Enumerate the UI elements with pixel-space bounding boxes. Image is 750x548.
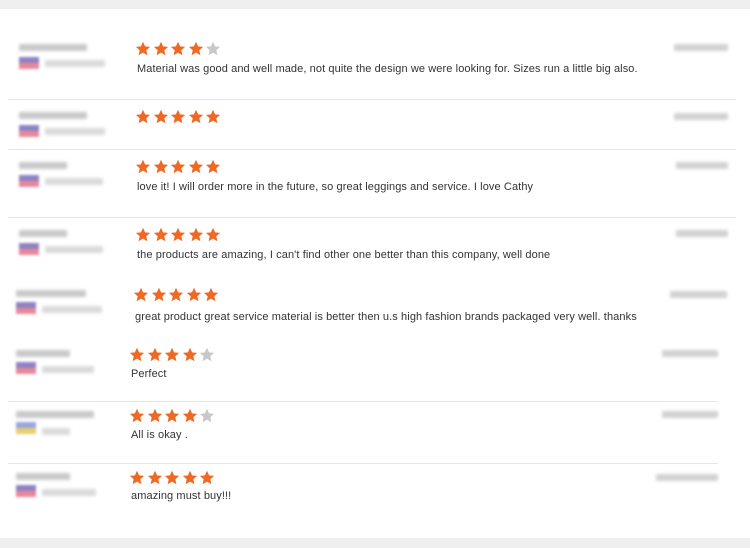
star-icon <box>133 287 149 303</box>
star-icon <box>188 159 204 175</box>
star-icon <box>182 470 198 486</box>
rating-stars <box>135 41 223 57</box>
review-date-blurred <box>674 113 728 120</box>
top-strip <box>0 0 750 9</box>
star-icon <box>147 408 163 424</box>
star-icon <box>203 287 219 303</box>
review-date-blurred <box>656 474 718 481</box>
bottom-strip <box>0 538 750 548</box>
divider <box>8 149 736 150</box>
review-date-blurred <box>662 411 718 418</box>
reviewer-name-blurred <box>16 411 94 418</box>
star-icon <box>147 470 163 486</box>
star-icon <box>129 347 145 363</box>
review-text: Perfect <box>131 368 167 380</box>
star-icon <box>205 109 221 125</box>
reviewer-detail-blurred <box>42 306 102 313</box>
reviewer-detail-blurred <box>45 128 105 135</box>
star-icon <box>205 159 221 175</box>
star-icon <box>129 408 145 424</box>
reviewer-name-blurred <box>16 350 70 357</box>
star-icon <box>182 408 198 424</box>
star-icon <box>168 287 184 303</box>
country-flag-icon <box>19 243 39 255</box>
reviewer-name-blurred <box>19 162 67 169</box>
divider <box>8 463 718 464</box>
reviewer-name-blurred <box>19 230 67 237</box>
reviewer-detail-blurred <box>45 60 105 67</box>
star-icon <box>153 159 169 175</box>
rating-stars <box>135 109 223 125</box>
star-icon <box>205 41 221 57</box>
star-icon <box>135 109 151 125</box>
star-icon <box>182 347 198 363</box>
reviewer-detail-blurred <box>45 246 103 253</box>
star-icon <box>135 41 151 57</box>
divider <box>8 99 736 100</box>
star-icon <box>188 41 204 57</box>
reviewer-name-blurred <box>16 473 70 480</box>
star-icon <box>188 109 204 125</box>
star-icon <box>199 408 215 424</box>
review-date-blurred <box>670 291 727 298</box>
review-text: Material was good and well made, not qui… <box>137 63 638 75</box>
country-flag-icon <box>19 125 39 137</box>
review-text: the products are amazing, I can't find o… <box>137 249 551 261</box>
star-icon <box>164 470 180 486</box>
rating-stars <box>133 287 221 303</box>
star-icon <box>129 470 145 486</box>
reviewer-detail-blurred <box>45 178 103 185</box>
star-icon <box>135 227 151 243</box>
country-flag-icon <box>19 57 39 69</box>
review-text: great product great service material is … <box>135 311 637 323</box>
reviewer-name-blurred <box>19 44 87 51</box>
review-text: amazing must buy!!! <box>131 490 232 502</box>
star-icon <box>199 347 215 363</box>
star-icon <box>170 109 186 125</box>
star-icon <box>153 227 169 243</box>
reviewer-detail-blurred <box>42 366 94 373</box>
rating-stars <box>129 347 217 363</box>
review-date-blurred <box>676 162 728 169</box>
country-flag-icon <box>16 362 36 374</box>
country-flag-icon <box>16 485 36 497</box>
review-date-blurred <box>662 350 718 357</box>
country-flag-icon <box>19 175 39 187</box>
star-icon <box>170 41 186 57</box>
star-icon <box>153 109 169 125</box>
reviewer-name-blurred <box>16 290 86 297</box>
star-icon <box>205 227 221 243</box>
reviewer-detail-blurred <box>42 428 70 435</box>
review-text: love it! I will order more in the future… <box>137 181 534 193</box>
rating-stars <box>135 227 223 243</box>
star-icon <box>153 41 169 57</box>
star-icon <box>188 227 204 243</box>
divider <box>8 217 736 218</box>
review-text: All is okay . <box>131 429 188 441</box>
star-icon <box>151 287 167 303</box>
star-icon <box>186 287 202 303</box>
rating-stars <box>135 159 223 175</box>
country-flag-icon <box>16 302 36 314</box>
country-flag-icon <box>16 422 36 434</box>
review-date-blurred <box>676 230 728 237</box>
star-icon <box>199 470 215 486</box>
star-icon <box>147 347 163 363</box>
star-icon <box>164 347 180 363</box>
reviewer-name-blurred <box>19 112 87 119</box>
rating-stars <box>129 408 217 424</box>
divider <box>8 401 718 402</box>
star-icon <box>170 227 186 243</box>
star-icon <box>170 159 186 175</box>
reviewer-detail-blurred <box>42 489 96 496</box>
star-icon <box>164 408 180 424</box>
rating-stars <box>129 470 217 486</box>
star-icon <box>135 159 151 175</box>
review-date-blurred <box>674 44 728 51</box>
